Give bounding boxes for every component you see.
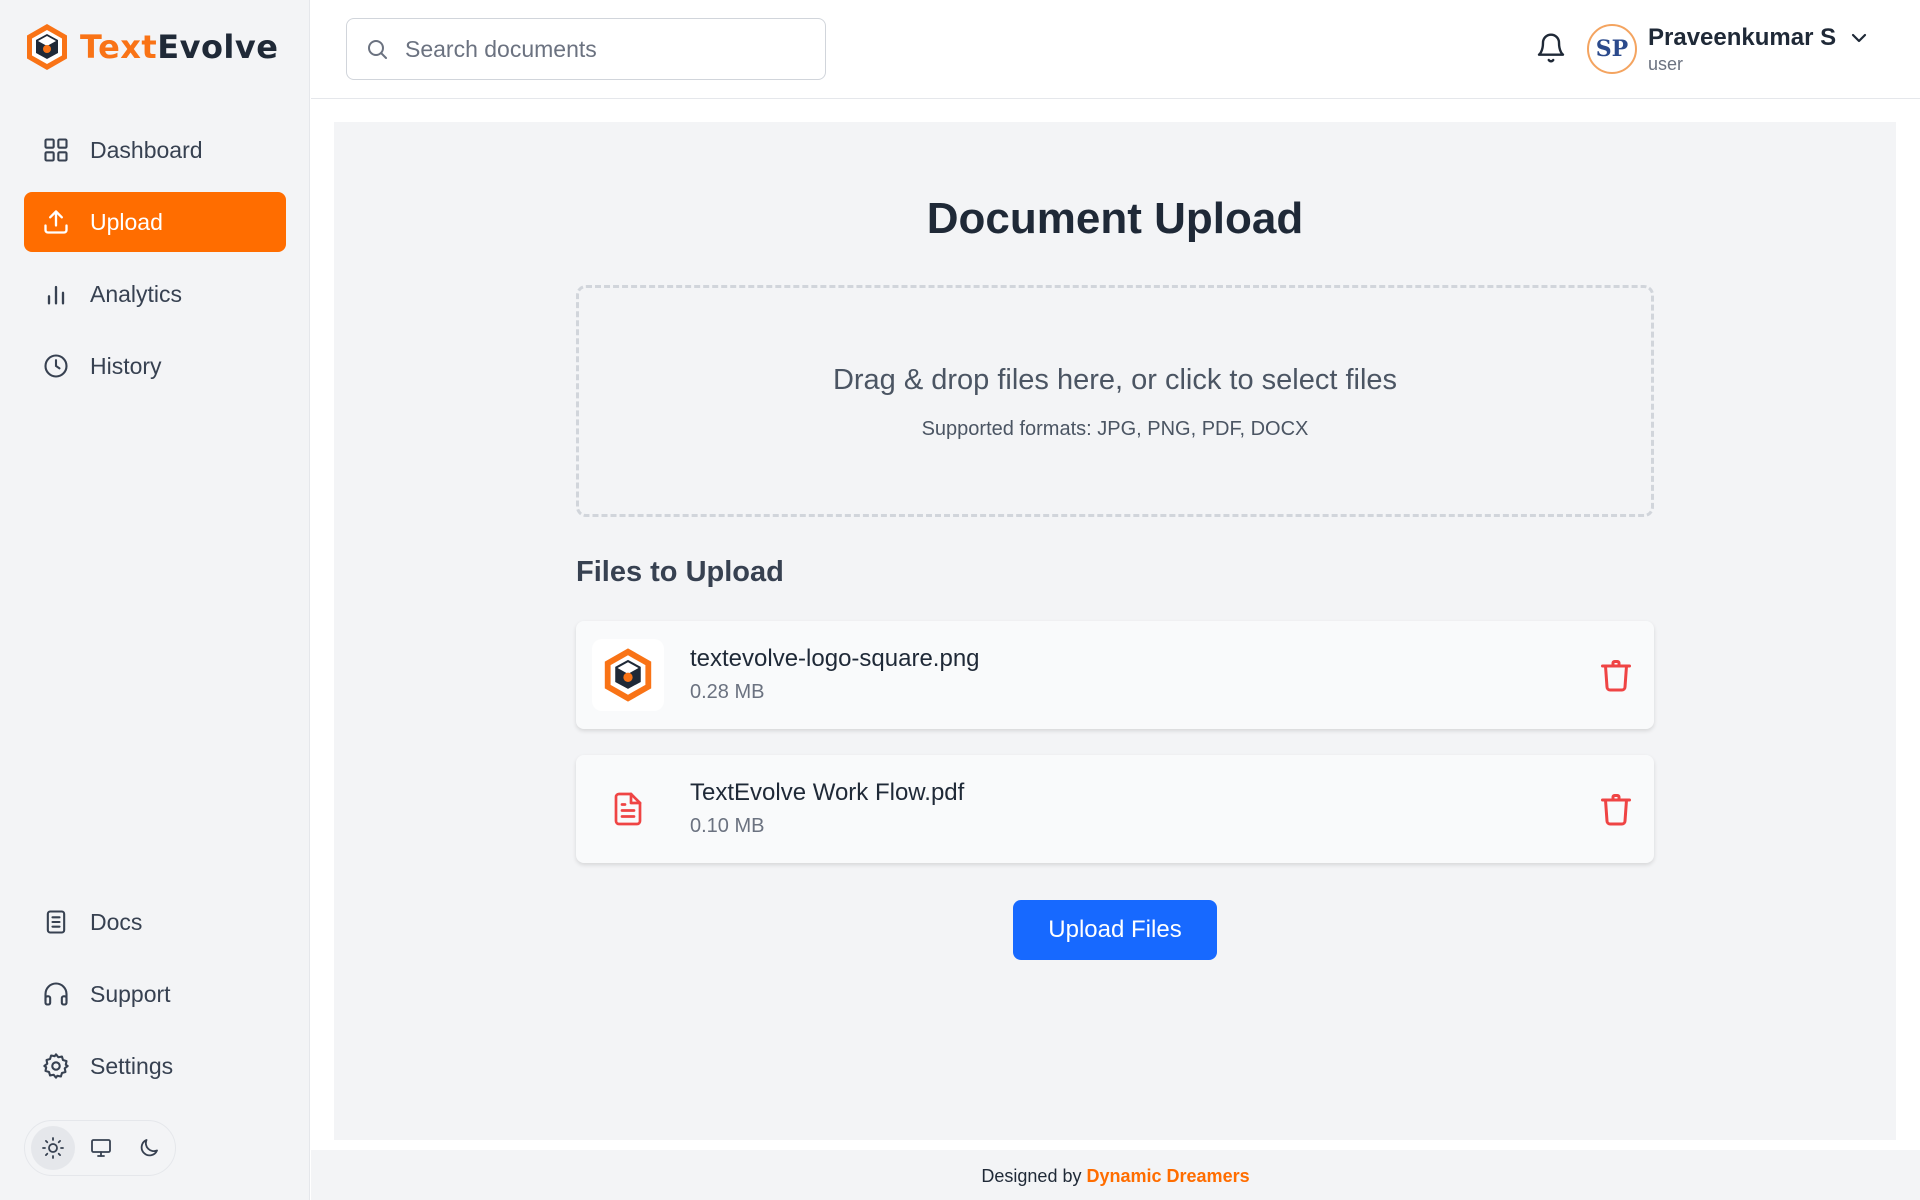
file-name: TextEvolve Work Flow.pdf xyxy=(690,779,965,806)
app-logo[interactable]: TextEvolve xyxy=(24,22,278,72)
upload-files-button[interactable]: Upload Files xyxy=(1013,900,1217,960)
main-nav: Dashboard Upload Analytics History xyxy=(24,120,286,408)
secondary-nav: Docs Support Settings xyxy=(24,892,286,1108)
logo-thumbnail-icon xyxy=(604,648,652,702)
trash-icon[interactable] xyxy=(1598,791,1634,827)
footer: Designed by Dynamic Dreamers xyxy=(311,1150,1920,1200)
page-title: Document Upload xyxy=(926,194,1304,243)
sun-icon xyxy=(42,1137,64,1159)
sidebar-item-analytics[interactable]: Analytics xyxy=(24,264,286,324)
file-size: 0.28 MB xyxy=(690,681,765,703)
user-role: user xyxy=(1648,54,1684,74)
grid-icon xyxy=(44,138,68,162)
theme-light-button[interactable] xyxy=(31,1126,75,1170)
files-heading: Files to Upload xyxy=(576,556,784,588)
sidebar-item-settings[interactable]: Settings xyxy=(24,1036,286,1096)
dropzone-text: Drag & drop files here, or click to sele… xyxy=(832,364,1398,396)
dropzone-formats: Supported formats: JPG, PNG, PDF, DOCX xyxy=(921,418,1309,440)
app-name: TextEvolve xyxy=(80,28,278,66)
footer-brand-link[interactable]: Dynamic Dreamers xyxy=(1087,1166,1250,1186)
sidebar-item-upload[interactable]: Upload xyxy=(24,192,286,252)
file-thumbnail xyxy=(592,639,664,711)
app-name-part2: Evolve xyxy=(157,28,279,66)
sidebar-item-label: Analytics xyxy=(90,280,183,307)
sidebar-item-label: Support xyxy=(90,980,171,1007)
user-name[interactable]: Praveenkumar S xyxy=(1648,24,1836,52)
sidebar-item-dashboard[interactable]: Dashboard xyxy=(24,120,286,180)
headphones-icon xyxy=(44,982,68,1006)
sidebar-item-support[interactable]: Support xyxy=(24,964,286,1024)
bell-icon[interactable] xyxy=(1535,32,1567,64)
chevron-down-icon[interactable] xyxy=(1847,26,1871,50)
document-icon xyxy=(46,910,66,934)
app-name-part1: Text xyxy=(80,28,158,66)
sidebar-item-label: History xyxy=(90,352,162,379)
bar-chart-icon xyxy=(47,285,65,305)
sidebar-item-history[interactable]: History xyxy=(24,336,286,396)
top-header: SP Praveenkumar S user xyxy=(311,0,1920,99)
footer-prefix: Designed by xyxy=(981,1166,1082,1186)
sidebar-item-label: Upload xyxy=(90,208,163,235)
upload-icon xyxy=(44,210,68,234)
logo-icon xyxy=(27,24,67,70)
gear-icon xyxy=(43,1053,69,1079)
clock-icon xyxy=(44,354,68,378)
file-item: TextEvolve Work Flow.pdf 0.10 MB xyxy=(576,755,1654,863)
upload-panel: Document Upload Drag & drop files here, … xyxy=(334,122,1896,1140)
file-thumbnail xyxy=(592,773,664,845)
file-item: textevolve-logo-square.png 0.28 MB xyxy=(576,621,1654,729)
sidebar-item-docs[interactable]: Docs xyxy=(24,892,286,952)
avatar[interactable]: SP xyxy=(1587,24,1637,74)
file-dropzone[interactable]: Drag & drop files here, or click to sele… xyxy=(576,285,1654,517)
theme-dark-button[interactable] xyxy=(127,1126,171,1170)
sidebar-item-label: Settings xyxy=(90,1052,174,1079)
search-icon xyxy=(368,40,387,59)
theme-switcher xyxy=(24,1120,176,1176)
sidebar-item-label: Dashboard xyxy=(90,136,203,163)
file-name: textevolve-logo-square.png xyxy=(690,645,980,672)
moon-icon xyxy=(140,1139,158,1157)
sidebar-item-label: Docs xyxy=(90,908,143,935)
search-box xyxy=(346,18,826,80)
avatar-initials: SP xyxy=(1595,36,1629,62)
monitor-icon xyxy=(91,1139,111,1157)
theme-system-button[interactable] xyxy=(79,1126,123,1170)
file-text-icon xyxy=(614,792,642,826)
trash-icon[interactable] xyxy=(1598,657,1634,693)
search-input[interactable] xyxy=(405,35,805,63)
file-size: 0.10 MB xyxy=(690,815,765,837)
sidebar: TextEvolve Dashboard Upload Analytics Hi… xyxy=(0,0,310,1200)
